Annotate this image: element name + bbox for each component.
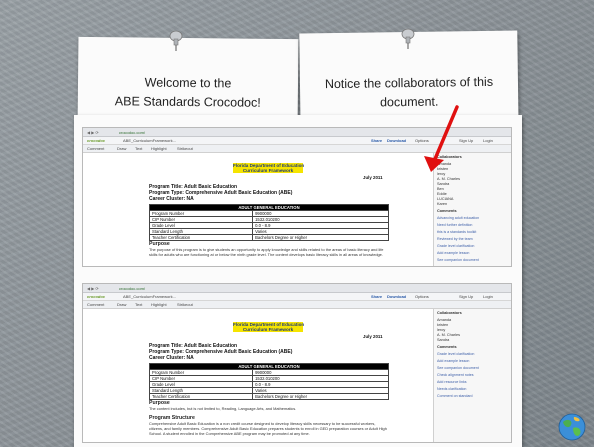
table-row: Teacher Certification Bachelors Degree or… — [148, 393, 389, 400]
doc-heading: Florida Department of Education Curricul… — [233, 163, 304, 173]
collaborator-item[interactable]: A. M. Charles — [437, 333, 460, 337]
comment-note[interactable]: Advancing adult education — [437, 216, 479, 221]
file-name: ABE_CurriculumFramework... — [123, 294, 176, 299]
comment-note[interactable]: Need further definition — [437, 223, 472, 228]
comment-note[interactable]: this is a standards toolkit — [437, 230, 476, 235]
text-tool[interactable]: Text — [135, 146, 142, 151]
collaborators-panel: Collaborators Amanda kristen leroy A. M.… — [433, 309, 511, 442]
comment-note[interactable]: See companion document — [437, 366, 479, 371]
doc-date: July 2011 — [363, 334, 383, 339]
highlight-tool[interactable]: Highlight — [151, 302, 167, 307]
comment-note[interactable]: Comment on standard — [437, 394, 473, 399]
table-key: Teacher Certification — [148, 393, 254, 400]
sign-up-link[interactable]: Sign Up — [459, 294, 473, 299]
annotation-toolbar: Comment Draw Text Highlight Strikeout — [83, 301, 511, 309]
welcome-title-line2: ABE Standards Crocodoc! — [114, 94, 261, 110]
share-button[interactable]: Share — [371, 138, 382, 143]
comment-note[interactable]: Needs clarification — [437, 387, 466, 392]
career-cluster: NA — [186, 196, 194, 202]
collaborators-note-line2: document. — [379, 94, 439, 110]
url-text: crocodoc.com/ — [119, 286, 146, 291]
collaborator-item[interactable]: Sandra — [437, 338, 449, 342]
career-cluster-label: Career Cluster: — [149, 355, 186, 361]
doc-heading: Florida Department of Education Curricul… — [233, 322, 304, 332]
doc-date: July 2011 — [363, 175, 383, 180]
comment-note[interactable]: Grade level clarification — [437, 352, 474, 357]
crocodoc-screenshot-2: ◀ ▶ ⟳ crocodoc.com/ crocodoc ABE_Curricu… — [82, 283, 512, 443]
collaborators-note-line1: Notice the collaborators of this — [324, 74, 494, 92]
program-type: Comprehensive Adult Basic Education (ABE… — [185, 190, 293, 196]
program-table: ADULT GENERAL EDUCATION Program Number 99… — [148, 204, 389, 241]
red-arrow-icon — [424, 105, 459, 172]
login-link[interactable]: Login — [483, 294, 493, 299]
download-button[interactable]: Download — [387, 138, 406, 143]
brand-logo: crocodoc — [87, 138, 106, 143]
app-header: crocodoc ABE_CurriculumFramework... Shar… — [83, 293, 511, 301]
comment-note[interactable]: Add example lesson — [437, 251, 469, 256]
collaborators-note: Notice the collaborators of this documen… — [300, 72, 519, 113]
comments-heading: Comments — [437, 345, 457, 349]
comment-tool[interactable]: Comment — [87, 302, 104, 307]
structure-text: Comprehensive Adult Basic Education is a… — [149, 421, 387, 436]
career-cluster: NA — [186, 355, 194, 361]
program-type: Comprehensive Adult Basic Education (ABE… — [185, 349, 293, 355]
url-text: crocodoc.com/ — [119, 130, 146, 135]
comment-note[interactable]: Reviewed by the team — [437, 237, 473, 242]
comment-note[interactable]: Add resource links — [437, 380, 467, 385]
comment-note[interactable]: Check alignment notes — [437, 373, 474, 378]
options-button[interactable]: Options — [415, 294, 429, 299]
purpose-text: The purpose of this program is to give s… — [149, 247, 384, 257]
program-info: Program Title: Adult Basic Education Pro… — [149, 184, 292, 202]
collaborator-item[interactable]: Sandra — [437, 182, 449, 186]
comment-note[interactable]: Add example lesson — [437, 359, 469, 364]
doc-heading-line2: Curriculum Framework — [242, 327, 294, 332]
table-key: Teacher Certification — [148, 234, 254, 241]
pushpin-icon — [169, 30, 183, 51]
career-cluster-label: Career Cluster: — [149, 196, 186, 202]
share-button[interactable]: Share — [371, 294, 382, 299]
program-table: ADULT GENERAL EDUCATION Program Number 99… — [148, 363, 389, 400]
collaborator-item[interactable]: Karen — [437, 202, 447, 206]
table-value: Bachelors Degree or Higher — [252, 234, 389, 241]
pushpin-icon — [401, 28, 415, 49]
program-info: Program Title: Adult Basic Education Pro… — [149, 343, 292, 361]
collaborator-item[interactable]: Ben — [437, 187, 444, 191]
content-text: The content includes, but is not limited… — [149, 406, 297, 411]
strikeout-tool[interactable]: Strikeout — [177, 146, 193, 151]
comment-note[interactable]: See companion document — [437, 258, 479, 263]
text-tool[interactable]: Text — [135, 302, 142, 307]
highlight-tool[interactable]: Highlight — [151, 146, 167, 151]
collaborators-heading: Collaborators — [437, 311, 462, 315]
table-value: Bachelors Degree or Higher — [252, 393, 389, 400]
table-row: Teacher Certification Bachelors Degree or… — [148, 234, 389, 241]
collaborator-item[interactable]: A. M. Charles — [437, 177, 460, 181]
comment-note[interactable]: Grade level clarification — [437, 244, 474, 249]
comment-tool[interactable]: Comment — [87, 146, 104, 151]
collaborator-item[interactable]: Amanda — [437, 318, 451, 322]
welcome-title: Welcome to the ABE Standards Crocodoc! — [78, 73, 298, 113]
file-name: ABE_CurriculumFramework... — [123, 138, 176, 143]
draw-tool[interactable]: Draw — [117, 302, 126, 307]
brand-logo: crocodoc — [87, 294, 106, 299]
strikeout-tool[interactable]: Strikeout — [177, 302, 193, 307]
draw-tool[interactable]: Draw — [117, 146, 126, 151]
login-link[interactable]: Login — [483, 138, 493, 143]
collaborator-item[interactable]: LUCIANA — [437, 197, 453, 201]
doc-heading-line2: Curriculum Framework — [242, 168, 294, 173]
download-button[interactable]: Download — [387, 294, 406, 299]
collaborator-item[interactable]: kristen — [437, 323, 448, 327]
collaborator-item[interactable]: Eddie — [437, 192, 447, 196]
comments-heading: Comments — [437, 209, 457, 213]
welcome-title-line1: Welcome to the — [144, 75, 232, 91]
collaborator-item[interactable]: leroy — [437, 328, 445, 332]
browser-url-bar[interactable]: ◀ ▶ ⟳ crocodoc.com/ — [83, 284, 511, 293]
globe-icon — [558, 413, 586, 441]
